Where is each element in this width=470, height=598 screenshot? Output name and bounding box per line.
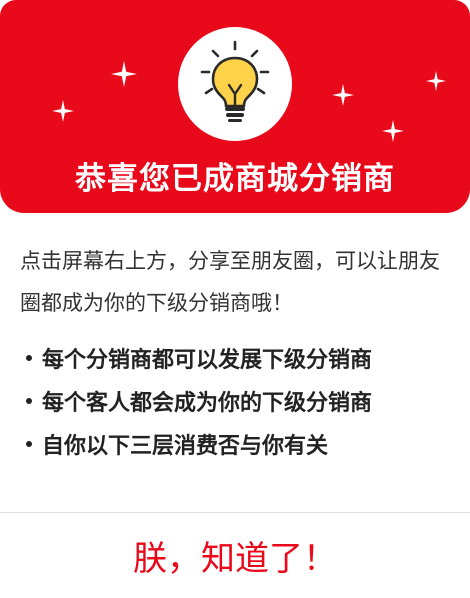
benefit-item: 自你以下三层消费否与你有关 — [26, 422, 372, 465]
benefit-item: 每个分销商都可以发展下级分销商 — [26, 336, 372, 379]
dialog-header: 恭喜您已成商城分销商 — [0, 0, 470, 213]
sparkle-icon — [52, 100, 74, 122]
sparkle-icon — [111, 61, 137, 87]
sparkle-icon — [382, 120, 404, 142]
lightbulb-badge — [178, 27, 292, 141]
lightbulb-icon — [200, 40, 270, 122]
benefit-list: 每个分销商都可以发展下级分销商 每个客人都会成为你的下级分销商 自你以下三层消费… — [26, 336, 372, 465]
benefit-text: 每个客人都会成为你的下级分销商 — [42, 390, 373, 416]
benefit-text: 自你以下三层消费否与你有关 — [42, 433, 329, 459]
sparkle-icon — [332, 84, 354, 106]
dialog-title: 恭喜您已成商城分销商 — [75, 161, 395, 197]
benefit-text: 每个分销商都可以发展下级分销商 — [42, 347, 373, 373]
share-dialog: 恭喜您已成商城分销商 点击屏幕右上方，分享至朋友圈，可以让朋友圈都成为你的下级分… — [0, 0, 470, 598]
share-instruction: 点击屏幕右上方，分享至朋友圈，可以让朋友圈都成为你的下级分销商哦！ — [20, 249, 440, 315]
bullet-dot — [26, 354, 32, 361]
bullet-dot — [26, 440, 32, 447]
confirm-button[interactable]: 朕，知道了！ — [0, 513, 470, 598]
benefit-item: 每个客人都会成为你的下级分销商 — [26, 379, 372, 422]
sparkle-icon — [426, 71, 446, 91]
bullet-dot — [26, 397, 32, 404]
